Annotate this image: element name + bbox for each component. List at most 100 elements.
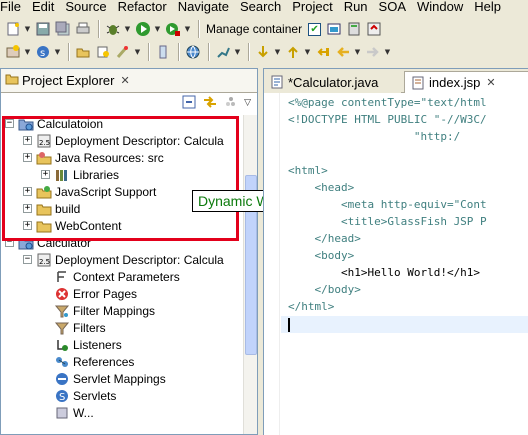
- debug-dropdown-icon[interactable]: ▼: [124, 20, 131, 38]
- new-project-dropdown-icon[interactable]: ▼: [24, 43, 31, 61]
- tree-item[interactable]: References: [41, 353, 134, 370]
- tab-label: *Calculator.java: [288, 74, 379, 90]
- tree-item[interactable]: Context Parameters: [41, 268, 180, 285]
- expand-icon[interactable]: +: [23, 221, 32, 230]
- new-icon[interactable]: [4, 20, 22, 38]
- expand-icon[interactable]: +: [41, 170, 50, 179]
- tree-item[interactable]: Filter Mappings: [41, 302, 155, 319]
- tree-item[interactable]: −2.5 Deployment Descriptor: Calcula: [23, 251, 224, 268]
- next-annotation-icon[interactable]: [254, 43, 272, 61]
- tree-item-label: Java Resources: src: [55, 150, 164, 165]
- descriptor-icon: 2.5: [36, 252, 52, 268]
- tree-item[interactable]: +2.5 Deployment Descriptor: Calcula: [23, 132, 224, 149]
- tree-item[interactable]: + Java Resources: src: [23, 149, 164, 166]
- toggle-breadcrumb-icon[interactable]: [154, 43, 172, 61]
- menu-soa[interactable]: SOA: [375, 0, 413, 14]
- annotation-dropdown-icon[interactable]: ▼: [234, 43, 241, 61]
- open-type-icon[interactable]: [74, 43, 92, 61]
- menu-window[interactable]: Window: [413, 0, 470, 14]
- tree-item[interactable]: − Calculator: [5, 234, 91, 251]
- svg-text:2.5: 2.5: [39, 139, 50, 147]
- code-line: <html>: [288, 164, 328, 177]
- tab-calculator-java[interactable]: *Calculator.java: [264, 71, 401, 93]
- toolbar-separator: [248, 43, 250, 61]
- forward-dropdown-icon[interactable]: ▼: [384, 43, 391, 61]
- code-area[interactable]: <%@page contentType="text/html <!DOCTYPE …: [288, 94, 487, 315]
- previous-annotation-icon[interactable]: [284, 43, 302, 61]
- tree-item-label: References: [73, 354, 135, 369]
- project-explorer-tab[interactable]: Project Explorer ✕: [1, 69, 257, 93]
- close-icon[interactable]: ✕: [486, 76, 495, 89]
- new-web-service-icon[interactable]: s: [34, 43, 52, 61]
- manage-container-label[interactable]: Manage container: [206, 22, 302, 36]
- last-edit-icon[interactable]: [314, 43, 332, 61]
- menu-file[interactable]: File: [0, 0, 28, 14]
- tree-item[interactable]: Listeners: [41, 336, 122, 353]
- chevron-down-icon[interactable]: ▽: [244, 98, 251, 108]
- tree-item[interactable]: + WebContent: [23, 217, 122, 234]
- expand-icon[interactable]: +: [23, 204, 32, 213]
- project-tree: − Calculatoion +2.5 Deployment Descriptor: …: [1, 115, 243, 434]
- toolbar-separator: [178, 43, 180, 61]
- tree-item-label: Listeners: [73, 337, 122, 352]
- close-icon[interactable]: ✕: [120, 74, 129, 87]
- manage-container-checkbox[interactable]: ✔: [308, 22, 322, 36]
- forward-icon[interactable]: [364, 43, 382, 61]
- code-line: <h1>Hello World!</h1>: [288, 266, 481, 279]
- tree-item[interactable]: + JavaScript Support: [23, 183, 156, 200]
- tree-item[interactable]: − Calculatoion: [5, 115, 103, 132]
- tree-item[interactable]: S Servlets: [41, 387, 116, 404]
- menu-refactor[interactable]: Refactor: [114, 0, 174, 14]
- run-icon[interactable]: [134, 20, 152, 38]
- run-dropdown-icon[interactable]: ▼: [154, 20, 161, 38]
- menu-source[interactable]: Source: [61, 0, 113, 14]
- back-dropdown-icon[interactable]: ▼: [354, 43, 361, 61]
- tree-item[interactable]: + Libraries: [41, 166, 119, 183]
- print-icon[interactable]: [74, 20, 92, 38]
- menu-edit[interactable]: Edit: [28, 0, 61, 14]
- search-dropdown-icon[interactable]: ▼: [134, 43, 141, 61]
- external-tools-dropdown-icon[interactable]: ▼: [184, 20, 191, 38]
- link-with-editor-icon[interactable]: [202, 95, 218, 112]
- publish-icon[interactable]: [365, 20, 383, 38]
- new-dropdown-icon[interactable]: ▼: [24, 20, 31, 38]
- globe-icon[interactable]: [184, 43, 202, 61]
- collapse-icon[interactable]: −: [23, 255, 32, 264]
- annotation-icon[interactable]: [214, 43, 232, 61]
- debug-icon[interactable]: [104, 20, 122, 38]
- new-project-icon[interactable]: [4, 43, 22, 61]
- next-annotation-dropdown-icon[interactable]: ▼: [274, 43, 281, 61]
- tree-item[interactable]: Filters: [41, 319, 106, 336]
- menu-project[interactable]: Project: [288, 0, 339, 14]
- previous-annotation-dropdown-icon[interactable]: ▼: [304, 43, 311, 61]
- back-icon[interactable]: [334, 43, 352, 61]
- svg-text:S: S: [59, 392, 65, 403]
- tree-item[interactable]: Servlet Mappings: [41, 370, 166, 387]
- save-icon[interactable]: [34, 20, 52, 38]
- menu-help[interactable]: Help: [470, 0, 508, 14]
- expand-icon[interactable]: +: [23, 187, 32, 196]
- menu-navigate[interactable]: Navigate: [174, 0, 236, 14]
- view-menu-icon[interactable]: [224, 95, 238, 112]
- tree-item[interactable]: Error Pages: [41, 285, 137, 302]
- external-tools-icon[interactable]: [164, 20, 182, 38]
- collapse-icon[interactable]: −: [5, 238, 14, 247]
- collapse-icon[interactable]: −: [5, 119, 14, 128]
- save-all-icon[interactable]: [54, 20, 72, 38]
- tab-index-jsp[interactable]: index.jsp ✕: [404, 71, 528, 93]
- tree-item[interactable]: W...: [41, 404, 94, 421]
- menu-search[interactable]: Search: [236, 0, 288, 14]
- toolbar-separator: [68, 43, 70, 61]
- server-icon[interactable]: [345, 20, 363, 38]
- code-line: </html>: [288, 300, 335, 313]
- collapse-all-icon[interactable]: [182, 95, 196, 112]
- tree-item[interactable]: + build: [23, 200, 80, 217]
- vertical-scrollbar[interactable]: [243, 115, 257, 434]
- menu-run[interactable]: Run: [340, 0, 375, 14]
- new-web-service-dropdown-icon[interactable]: ▼: [54, 43, 61, 61]
- expand-icon[interactable]: +: [23, 153, 32, 162]
- expand-icon[interactable]: +: [23, 136, 32, 145]
- open-resource-icon[interactable]: [94, 43, 112, 61]
- search-icon[interactable]: [114, 43, 132, 61]
- container-icon[interactable]: [325, 20, 343, 38]
